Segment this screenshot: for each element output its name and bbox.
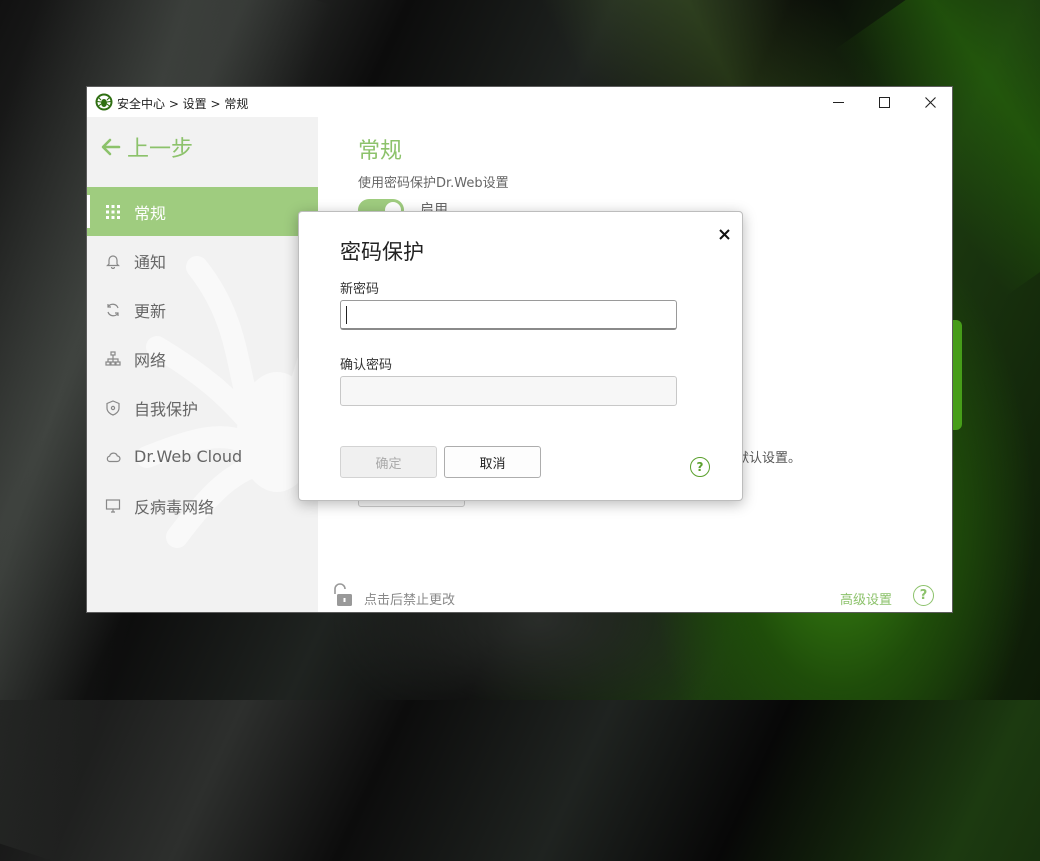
sidebar-item-label: 自我保护 xyxy=(134,399,199,419)
close-icon xyxy=(718,228,730,240)
sidebar-item-notifications[interactable]: 通知 xyxy=(87,236,318,285)
new-password-field[interactable] xyxy=(340,300,677,330)
confirm-password-label: 确认密码 xyxy=(340,358,393,373)
lock-changes-label[interactable]: 点击后禁止更改 xyxy=(364,589,455,608)
sidebar-item-antivirus-network[interactable]: 反病毒网络 xyxy=(87,481,318,530)
close-icon xyxy=(924,96,936,108)
maximize-button[interactable] xyxy=(861,87,907,117)
unlock-icon[interactable] xyxy=(330,582,356,608)
reset-description: 默认设置。 xyxy=(736,451,802,466)
text-cursor xyxy=(346,306,347,324)
sidebar-item-label: 网络 xyxy=(134,350,167,370)
cloud-icon xyxy=(104,448,122,466)
sidebar-item-label: 常规 xyxy=(134,203,167,223)
new-password-label: 新密码 xyxy=(340,282,380,297)
monitor-icon xyxy=(104,497,122,515)
back-button[interactable]: 上一步 xyxy=(101,131,193,163)
sidebar-item-label: 通知 xyxy=(134,252,167,272)
sidebar-item-self-protection[interactable]: 自我保护 xyxy=(87,383,318,432)
ok-button[interactable]: 确定 xyxy=(340,446,437,478)
password-protection-description: 使用密码保护Dr.Web设置 xyxy=(358,176,509,191)
dialog-close-button[interactable] xyxy=(714,224,734,244)
sidebar: 上一步 常规 通知 更新 网络 自我保护 Dr.Web Cloud 反病毒网络 xyxy=(87,117,318,612)
breadcrumb: 安全中心 > 设置 > 常规 xyxy=(117,97,249,111)
network-icon xyxy=(104,350,122,368)
dialog-help-icon[interactable]: ? xyxy=(690,457,710,477)
grid-icon xyxy=(104,203,122,221)
sidebar-item-network[interactable]: 网络 xyxy=(87,334,318,383)
window-close-button[interactable] xyxy=(907,87,953,117)
sidebar-item-update[interactable]: 更新 xyxy=(87,285,318,334)
refresh-icon xyxy=(104,301,122,319)
page-title: 常规 xyxy=(358,139,403,164)
password-protection-dialog: 密码保护 新密码 确认密码 确定 取消 ? xyxy=(298,211,743,501)
sidebar-item-general[interactable]: 常规 xyxy=(87,187,318,236)
minimize-icon xyxy=(832,101,844,103)
cancel-button[interactable]: 取消 xyxy=(444,446,541,478)
advanced-settings-link[interactable]: 高级设置 xyxy=(840,589,892,608)
help-icon[interactable]: ? xyxy=(913,585,934,606)
minimize-button[interactable] xyxy=(815,87,861,117)
dialog-title: 密码保护 xyxy=(340,240,424,264)
sidebar-item-label: 反病毒网络 xyxy=(134,497,215,517)
sidebar-item-drweb-cloud[interactable]: Dr.Web Cloud xyxy=(87,432,318,481)
back-label: 上一步 xyxy=(127,137,194,162)
bell-icon xyxy=(104,252,122,270)
sidebar-item-label: 更新 xyxy=(134,301,167,321)
title-bar: 安全中心 > 设置 > 常规 xyxy=(87,87,952,117)
sidebar-item-label: Dr.Web Cloud xyxy=(134,447,243,466)
confirm-password-field[interactable] xyxy=(340,376,677,406)
shield-icon xyxy=(104,399,122,417)
drweb-spider-logo-icon xyxy=(95,93,113,111)
maximize-icon xyxy=(878,96,890,108)
arrow-left-icon xyxy=(101,138,121,156)
